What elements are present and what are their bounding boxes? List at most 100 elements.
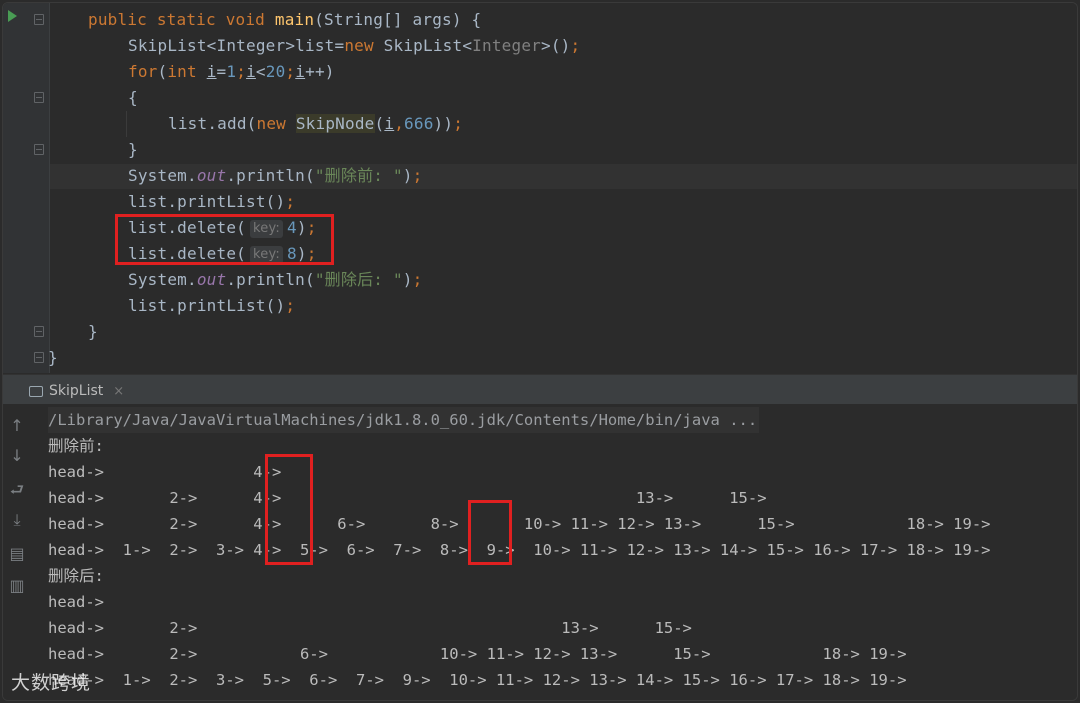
print-icon[interactable]: ▤ (7, 544, 27, 564)
code-token: { (128, 88, 138, 107)
code-token: } (128, 140, 138, 159)
console-after-row: head-> 1-> 2-> 3-> 5-> 6-> 7-> 9-> 10-> … (48, 671, 907, 689)
code-token: new (344, 36, 384, 55)
code-token: SkipNode (295, 114, 375, 133)
fold-icon[interactable] (34, 326, 44, 337)
run-console[interactable]: ↑ ↓ ⮐ ⤓ ▤ ▥ /Library/Java/JavaVirtualMac… (3, 404, 1077, 700)
code-token: list.printList() (128, 192, 286, 211)
code-token: new (256, 114, 296, 133)
console-after-label: 删除后: (48, 567, 104, 585)
code-line: } (48, 319, 98, 345)
console-after-row: head-> (48, 593, 104, 611)
code-line: { (48, 85, 138, 111)
console-before-row: head-> 4-> (48, 463, 282, 481)
code-token: SkipList< (383, 36, 473, 55)
code-token: .println( (226, 270, 315, 289)
code-token: System. (128, 270, 197, 289)
trash-icon[interactable]: ▥ (7, 576, 27, 596)
code-token: ; (412, 270, 423, 289)
code-token: public (88, 10, 157, 29)
node-4-highlight-box (265, 454, 313, 565)
code-line: System.out.println("删除前: "); (48, 163, 422, 189)
code-token: ; (285, 192, 296, 211)
code-token: >() (541, 36, 571, 55)
code-token: i (206, 62, 217, 81)
code-token: ++) (305, 62, 335, 81)
code-line: public static void main(String[] args) { (48, 7, 481, 33)
soft-wrap-icon[interactable]: ⮐ (7, 480, 27, 500)
code-line: System.out.println("删除后: "); (48, 267, 422, 293)
console-command-line: /Library/Java/JavaVirtualMachines/jdk1.8… (48, 407, 760, 433)
code-token: } (48, 348, 58, 367)
code-line: list.printList(); (48, 293, 295, 319)
code-line: } (48, 345, 58, 371)
down-arrow-icon[interactable]: ↓ (7, 446, 27, 466)
code-token: ) (402, 270, 413, 289)
node-8-highlight-box (468, 500, 512, 565)
code-token: list.add( (168, 114, 257, 133)
code-token: SkipList<Integer>list= (128, 36, 345, 55)
code-token: "删除后: " (314, 270, 403, 289)
code-token: main (274, 10, 315, 29)
code-token: i (246, 62, 256, 81)
console-toolbar: ↑ ↓ ⮐ ⤓ ▤ ▥ (3, 404, 31, 700)
console-before-label: 删除前: (48, 437, 104, 455)
code-token: void (225, 10, 275, 29)
fold-icon[interactable] (34, 352, 44, 363)
close-icon[interactable]: × (113, 384, 124, 399)
run-gutter-icon[interactable] (8, 10, 17, 22)
console-after-row: head-> 2-> 6-> 10-> 11-> 12-> 13-> 15-> … (48, 645, 907, 663)
scroll-to-end-icon[interactable]: ⤓ (7, 510, 27, 530)
run-tool-window-tabbar: SkipList × (3, 374, 1077, 405)
console-after-row: head-> 2-> 13-> 15-> (48, 619, 692, 637)
watermark: 大数跨境 (11, 672, 92, 694)
code-token: static (156, 10, 226, 29)
code-token: < (255, 62, 266, 81)
code-token: ; (285, 62, 296, 81)
ide-window: public static void main(String[] args) {… (2, 2, 1078, 701)
fold-icon[interactable] (34, 92, 44, 103)
code-token: ; (412, 166, 423, 185)
code-token: ( (157, 62, 168, 81)
code-token: out (196, 166, 227, 185)
code-line: list.add(new SkipNode(i,666)); (48, 111, 463, 137)
code-editor[interactable]: public static void main(String[] args) {… (3, 3, 1077, 373)
code-token: )) (433, 114, 454, 133)
code-token: int (167, 62, 207, 81)
code-token: 20 (265, 62, 286, 81)
code-token: i (384, 114, 395, 133)
code-token: ; (236, 62, 247, 81)
fold-icon[interactable] (34, 14, 44, 25)
code-token: System. (128, 166, 197, 185)
console-before-row: head-> 2-> 4-> 13-> 15-> (48, 489, 767, 507)
code-token: , (394, 114, 405, 133)
up-arrow-icon[interactable]: ↑ (7, 416, 27, 436)
code-token: i (295, 62, 306, 81)
code-token: ; (570, 36, 581, 55)
fold-icon[interactable] (34, 144, 44, 155)
code-token: ( (374, 114, 385, 133)
code-line: } (48, 137, 138, 163)
code-token: ) (402, 166, 413, 185)
console-before-row: head-> 1-> 2-> 3-> 4-> 5-> 6-> 7-> 8-> 9… (48, 541, 991, 559)
code-token: 666 (404, 114, 434, 133)
code-token: list.printList() (128, 296, 286, 315)
code-token: } (88, 322, 98, 341)
code-token: = (216, 62, 227, 81)
code-token: ; (285, 296, 296, 315)
editor-gutter (3, 3, 50, 373)
code-token: for (128, 62, 158, 81)
run-tab-label: SkipList (49, 383, 104, 399)
code-token: "删除前: " (314, 166, 403, 185)
code-token: (String[] args) { (314, 10, 482, 29)
code-line: SkipList<Integer>list=new SkipList<Integ… (48, 33, 580, 59)
run-tab-skiplist[interactable]: SkipList × (29, 377, 124, 405)
code-token: .println( (226, 166, 315, 185)
code-token: 1 (226, 62, 237, 81)
code-token: ; (453, 114, 464, 133)
console-tab-icon (29, 385, 43, 397)
code-line: for(int i=1;i<20;i++) (48, 59, 335, 85)
console-before-row: head-> 2-> 4-> 6-> 8-> 10-> 11-> 12-> 13… (48, 515, 991, 533)
delete-calls-highlight-box (115, 214, 334, 265)
code-line: list.printList(); (48, 189, 295, 215)
